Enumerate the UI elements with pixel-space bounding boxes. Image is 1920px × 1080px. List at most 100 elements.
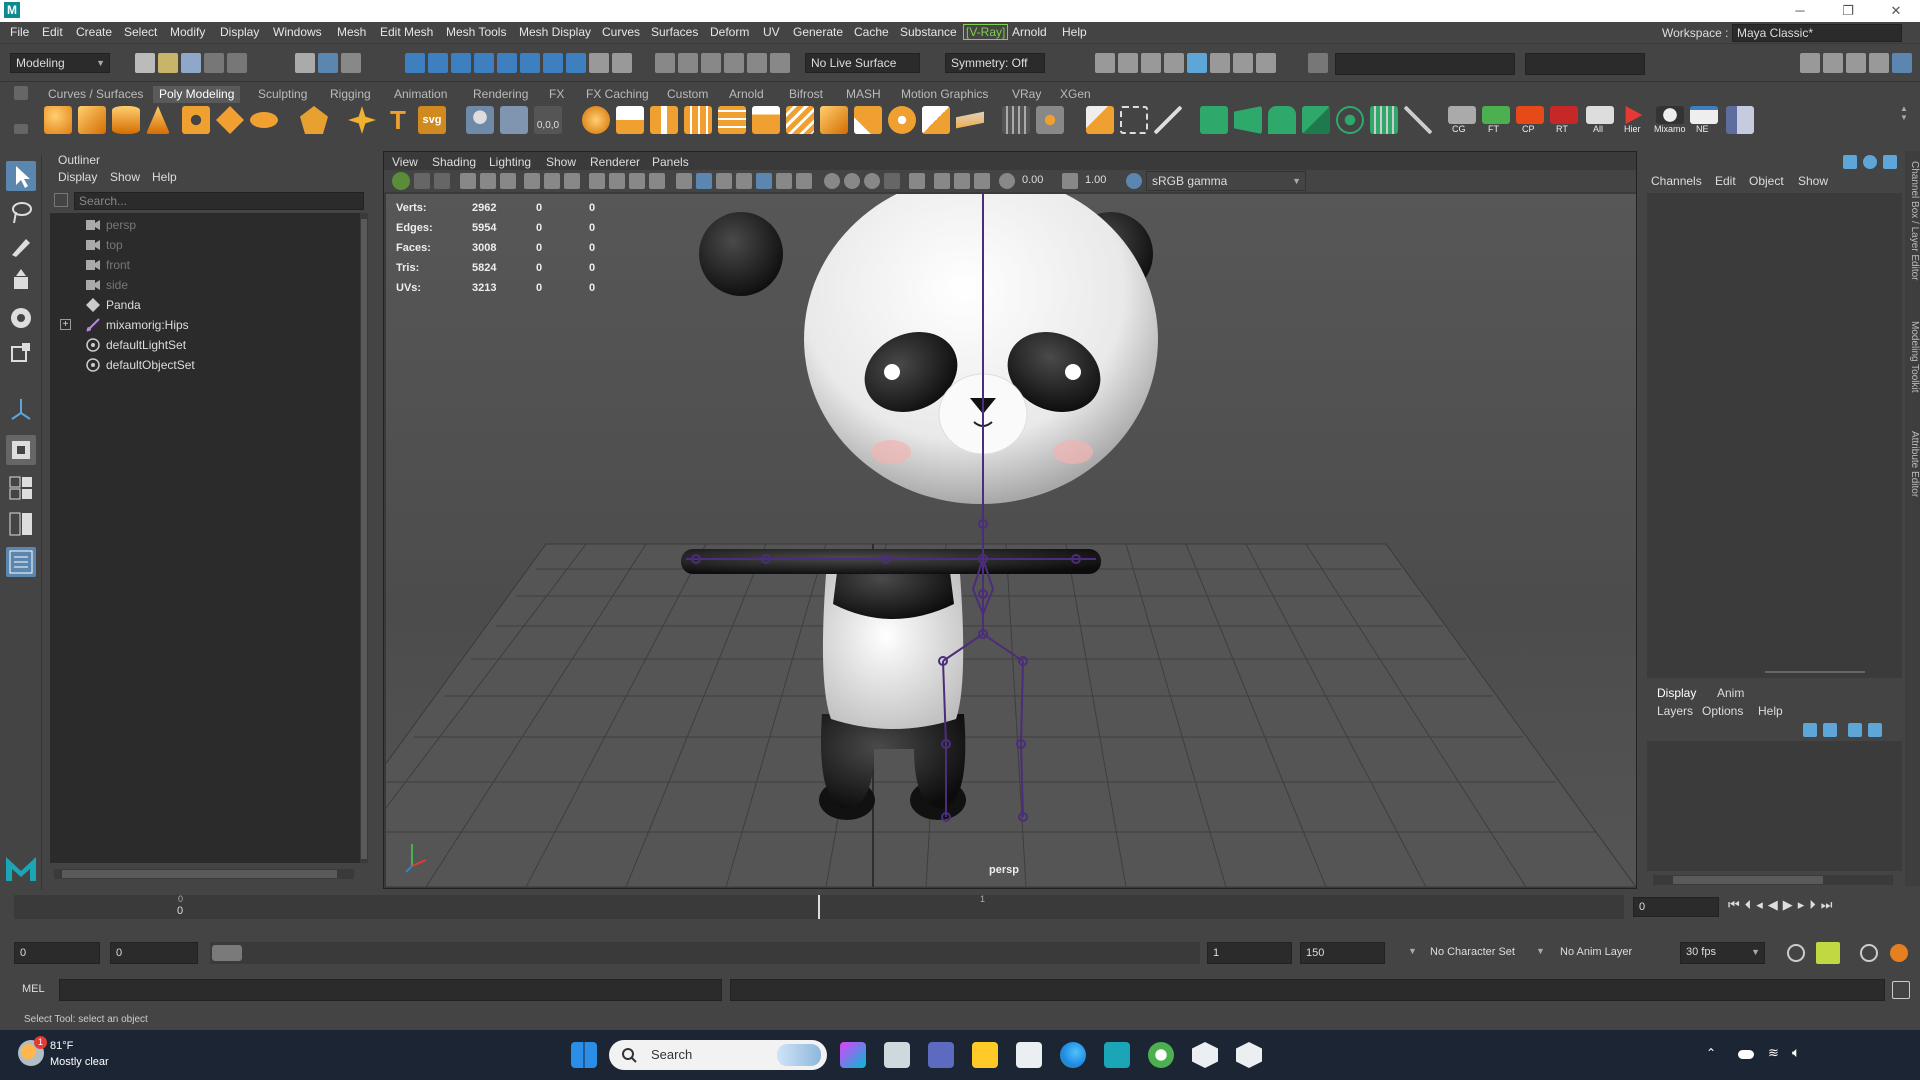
playhead[interactable]: [818, 895, 820, 919]
render-frame-icon[interactable]: [1118, 53, 1138, 73]
playback-start-field[interactable]: 0: [110, 942, 198, 964]
gate-mask-icon[interactable]: [589, 173, 605, 189]
xray-icon[interactable]: [934, 173, 950, 189]
volume-icon[interactable]: 🔈︎: [1792, 1044, 1800, 1061]
cylindrical-map-icon[interactable]: [1268, 106, 1296, 134]
outliner-item-panda[interactable]: Panda: [50, 295, 350, 315]
unfold-icon[interactable]: [1336, 106, 1364, 134]
last-tool-icon[interactable]: [6, 393, 36, 423]
start-icon[interactable]: [571, 1042, 597, 1068]
menu-help[interactable]: Help: [1062, 25, 1087, 39]
magnet-icon[interactable]: [612, 53, 632, 73]
layout-single-icon[interactable]: [6, 473, 36, 503]
extrude-icon[interactable]: [820, 106, 848, 134]
select-component-icon[interactable]: [341, 53, 361, 73]
task-view-icon[interactable]: [884, 1042, 910, 1068]
time-slider-track[interactable]: 0 0 1: [14, 894, 1624, 919]
menu-surfaces[interactable]: Surfaces: [651, 25, 698, 39]
layout-icon[interactable]: [1892, 53, 1912, 73]
select-object-icon[interactable]: [318, 53, 338, 73]
platonic-solid-icon[interactable]: [300, 106, 328, 134]
anim-end-field[interactable]: 150: [1300, 942, 1385, 964]
outliner-item-defaultobjectset[interactable]: defaultObjectSet: [50, 355, 350, 375]
snap-curve-icon[interactable]: [428, 53, 448, 73]
snap-help-icon[interactable]: [566, 53, 586, 73]
script-all-icon[interactable]: [1586, 106, 1614, 124]
color-management-icon[interactable]: [1126, 173, 1142, 189]
shadows-icon[interactable]: [796, 173, 812, 189]
menu-display[interactable]: Display: [220, 25, 259, 39]
light-editor-icon[interactable]: [1233, 53, 1253, 73]
screen-space-ao-icon[interactable]: [824, 173, 840, 189]
viewport-menu-show[interactable]: Show: [546, 155, 576, 169]
menu-edit[interactable]: Edit: [42, 25, 63, 39]
sculpt-icon[interactable]: [466, 106, 494, 134]
tweak-icon[interactable]: [747, 53, 767, 73]
rotate-tool-icon[interactable]: [6, 303, 36, 333]
viewport-menu-renderer[interactable]: Renderer: [590, 155, 640, 169]
grid-icon[interactable]: [524, 173, 540, 189]
outliner-menu-help[interactable]: Help: [152, 170, 177, 184]
outliner-item-side[interactable]: side: [50, 275, 350, 295]
anti-aliasing-icon[interactable]: [864, 173, 880, 189]
3d-viewport[interactable]: Verts: 2962 0 0 Edges: 5954 0 0 Faces: 3…: [295, 174, 1637, 888]
menuset-dropdown[interactable]: Modeling ▼: [10, 53, 110, 73]
snap-view-icon[interactable]: [474, 53, 494, 73]
outliner-menu-show[interactable]: Show: [110, 170, 140, 184]
hypershade-icon[interactable]: [1187, 53, 1207, 73]
menu-windows[interactable]: Windows: [273, 25, 322, 39]
poly-cylinder-icon[interactable]: [112, 106, 140, 134]
layer-hscrollbar[interactable]: [1653, 875, 1893, 885]
expand-panel-icon[interactable]: [1883, 155, 1897, 169]
maya-taskbar-icon[interactable]: [1104, 1042, 1130, 1068]
paint-select-icon[interactable]: [678, 53, 698, 73]
lasso-icon[interactable]: [655, 53, 675, 73]
shelf-tab-motion-graphics[interactable]: Motion Graphics: [895, 86, 994, 103]
xray-joints-icon[interactable]: [954, 173, 970, 189]
isolate-select-icon[interactable]: [909, 173, 925, 189]
poly-torus-icon[interactable]: [182, 106, 210, 134]
new-layer-icon[interactable]: [1848, 723, 1862, 737]
live-surface-dropdown[interactable]: No Live Surface: [805, 53, 920, 73]
poly-cone-icon[interactable]: [146, 106, 170, 134]
ipr-render-icon[interactable]: [1141, 53, 1161, 73]
shelf-tab-rigging[interactable]: Rigging: [324, 86, 377, 103]
paint-select-tool-icon[interactable]: [6, 231, 36, 261]
safe-action-icon[interactable]: [629, 173, 645, 189]
menu-modify[interactable]: Modify: [170, 25, 205, 39]
channelbox-menu-show[interactable]: Show: [1798, 174, 1828, 188]
shelf-tab-arnold[interactable]: Arnold: [723, 86, 770, 103]
textured-icon[interactable]: [756, 173, 772, 189]
type-tool-icon[interactable]: T: [384, 106, 412, 134]
play-backward-icon[interactable]: ◀: [1768, 897, 1783, 912]
move-tool-icon[interactable]: [6, 267, 36, 297]
poly-sphere-icon[interactable]: [44, 106, 72, 134]
two-d-pan-icon[interactable]: [480, 173, 496, 189]
render-view-icon[interactable]: [1095, 53, 1115, 73]
new-scene-icon[interactable]: [135, 53, 155, 73]
default-material-icon[interactable]: [716, 173, 732, 189]
script-editor-icon[interactable]: [1892, 981, 1910, 999]
outliner-item-front[interactable]: front: [50, 255, 350, 275]
script-custom-icon[interactable]: [1726, 106, 1754, 134]
fill-hole-icon[interactable]: [922, 106, 950, 134]
menu-curves[interactable]: Curves: [602, 25, 640, 39]
outliner-vscrollbar[interactable]: [360, 213, 368, 863]
layer-menu-options[interactable]: Options: [1702, 704, 1743, 718]
cut-uv-icon[interactable]: [1404, 106, 1432, 134]
outliner-search-input[interactable]: Search...: [74, 192, 364, 210]
menu-uv[interactable]: UV: [763, 25, 780, 39]
render-settings-icon[interactable]: [1164, 53, 1184, 73]
layout-two-pane-icon[interactable]: [6, 509, 36, 539]
extract-icon[interactable]: [650, 106, 678, 134]
svg-tool-icon[interactable]: svg: [418, 106, 446, 134]
append-icon[interactable]: [888, 106, 916, 134]
layer-move-up-icon[interactable]: [1803, 723, 1817, 737]
planar-map-icon[interactable]: [1234, 106, 1262, 134]
menu-generate[interactable]: Generate: [793, 25, 843, 39]
uv-editor-icon[interactable]: [1200, 106, 1228, 134]
edge-loop-icon[interactable]: [1120, 106, 1148, 134]
play-forward-icon[interactable]: ▶: [1783, 897, 1798, 912]
snap-surface-icon[interactable]: [497, 53, 517, 73]
anim-layer-dropdown[interactable]: No Anim Layer: [1560, 946, 1632, 958]
